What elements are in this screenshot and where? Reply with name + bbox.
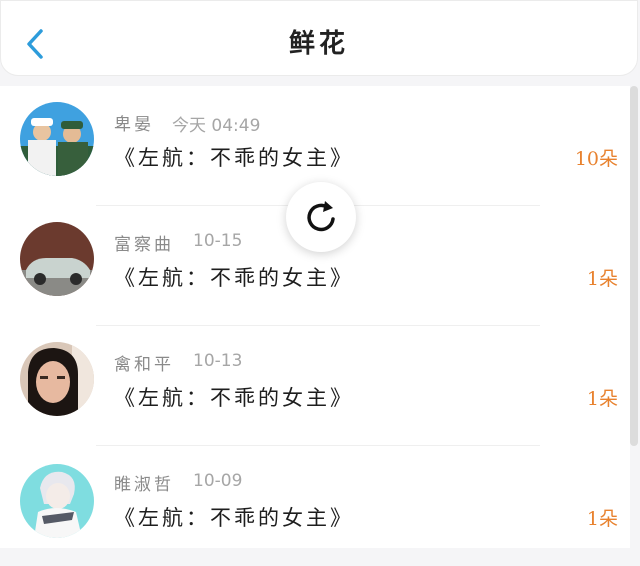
flower-count: 1朵 bbox=[586, 388, 618, 410]
book-title[interactable]: 《左航：不乖的女主》 bbox=[114, 142, 354, 172]
avatar bbox=[20, 222, 94, 296]
timestamp: 10-09 bbox=[193, 471, 243, 491]
sender-name: 禽和平 bbox=[114, 355, 174, 375]
list-item[interactable]: 睢淑哲 10-09 《左航：不乖的女主》 1朵 bbox=[0, 446, 630, 566]
flower-count: 1朵 bbox=[586, 268, 618, 290]
flower-list: 卑晏 今天 04:49 《左航：不乖的女主》 10朵 富察曲 10-15 《左航… bbox=[0, 86, 630, 548]
avatar bbox=[20, 102, 94, 176]
sender-name: 富察曲 bbox=[114, 235, 174, 255]
timestamp: 10-15 bbox=[193, 231, 243, 251]
sender-name: 卑晏 bbox=[114, 115, 154, 135]
flower-count: 10朵 bbox=[574, 148, 618, 170]
timestamp: 今天 04:49 bbox=[172, 116, 261, 136]
book-title[interactable]: 《左航：不乖的女主》 bbox=[114, 262, 354, 292]
avatar bbox=[20, 342, 94, 416]
book-title[interactable]: 《左航：不乖的女主》 bbox=[114, 382, 354, 412]
scrollbar[interactable] bbox=[630, 86, 638, 446]
timestamp: 10-13 bbox=[193, 351, 243, 371]
refresh-button[interactable] bbox=[286, 182, 356, 252]
flower-count: 1朵 bbox=[586, 508, 618, 530]
avatar bbox=[20, 464, 94, 538]
list-item[interactable]: 禽和平 10-13 《左航：不乖的女主》 1朵 bbox=[0, 326, 630, 446]
sender-name: 睢淑哲 bbox=[114, 475, 174, 495]
refresh-icon bbox=[307, 201, 335, 232]
page-title: 鲜花 bbox=[288, 29, 349, 59]
book-title[interactable]: 《左航：不乖的女主》 bbox=[114, 502, 354, 532]
top-bar: 鲜花 bbox=[0, 0, 638, 76]
